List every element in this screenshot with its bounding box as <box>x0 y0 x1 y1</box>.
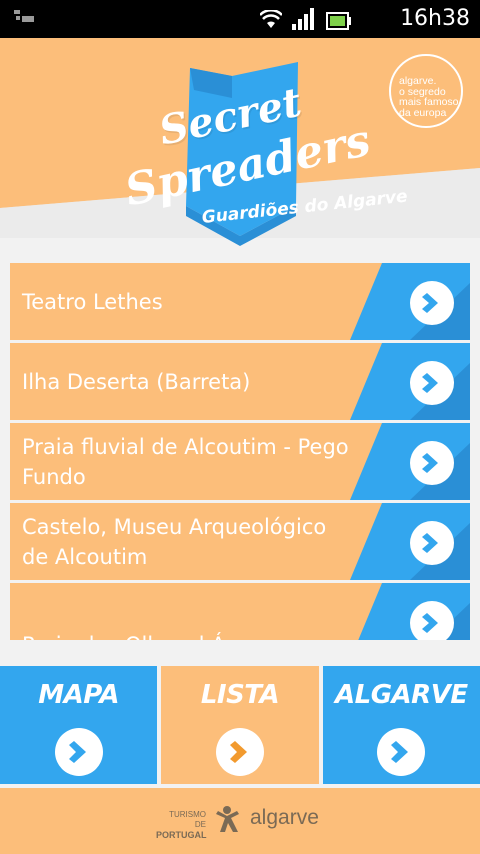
app-header: Secret Spreaders Guardiões do Algarve al… <box>0 38 480 258</box>
seal-line: mais famoso <box>399 96 459 108</box>
list-item[interactable]: Teatro Lethes <box>10 263 470 340</box>
tab-label: ALGARVE <box>335 680 468 710</box>
turismo-portugal-logo: TURISMO DE PORTUGAL <box>156 810 207 840</box>
wifi-icon <box>260 10 282 28</box>
turismo-line2: PORTUGAL <box>156 830 207 840</box>
list-item[interactable]: Praia fluvial de Alcoutim - Pego Fundo <box>10 423 470 500</box>
chevron-right-icon[interactable] <box>410 601 454 640</box>
turismo-figure-icon <box>216 806 239 832</box>
tab-lista[interactable]: LISTA <box>161 666 319 784</box>
signal-icon <box>292 8 314 30</box>
bottom-nav: MAPA LISTA ALGARVE <box>0 666 480 784</box>
status-icons <box>260 8 352 30</box>
chevron-right-icon[interactable] <box>215 728 264 776</box>
place-label: Teatro Lethes <box>22 289 163 314</box>
list-item[interactable]: Ilha Deserta (Barreta) <box>10 343 470 420</box>
algarve-brand: algarve <box>250 806 319 829</box>
tab-algarve[interactable]: ALGARVE <box>322 666 480 784</box>
place-label: Castelo, Museu Arqueológico de Alcoutim <box>22 514 327 569</box>
chevron-right-icon[interactable] <box>410 521 454 565</box>
place-label: Praia fluvial de Alcoutim - Pego Fundo <box>22 434 349 489</box>
algarve-seal: algarve. o segredo mais famoso da europa <box>389 54 463 128</box>
tab-mapa[interactable]: MAPA <box>0 666 158 784</box>
footer: TURISMO DE PORTUGAL algarve <box>0 788 480 854</box>
tab-label: LISTA <box>200 680 280 710</box>
list-item[interactable]: Castelo, Museu Arqueológico de Alcoutim <box>10 503 470 580</box>
seal-line: da europa <box>399 106 447 119</box>
notification-icon <box>14 10 34 26</box>
places-list[interactable]: Teatro Lethes Ilha Deserta (Barreta) Pra… <box>10 263 470 640</box>
place-label: Ilha Deserta (Barreta) <box>22 369 251 394</box>
chevron-right-icon[interactable] <box>410 441 454 485</box>
chevron-right-icon[interactable] <box>377 728 426 776</box>
status-bar: 16h38 <box>0 0 480 38</box>
chevron-right-icon[interactable] <box>54 728 103 776</box>
chevron-right-icon[interactable] <box>410 361 454 405</box>
status-time: 16h38 <box>400 6 470 31</box>
tab-label: MAPA <box>38 680 120 710</box>
battery-icon <box>326 12 351 30</box>
place-label: Praia dos Olhos d Água <box>22 583 352 640</box>
chevron-right-icon[interactable] <box>410 281 454 325</box>
list-item[interactable]: Praia dos Olhos d Água <box>10 583 470 640</box>
turismo-line1: TURISMO DE <box>169 810 206 829</box>
